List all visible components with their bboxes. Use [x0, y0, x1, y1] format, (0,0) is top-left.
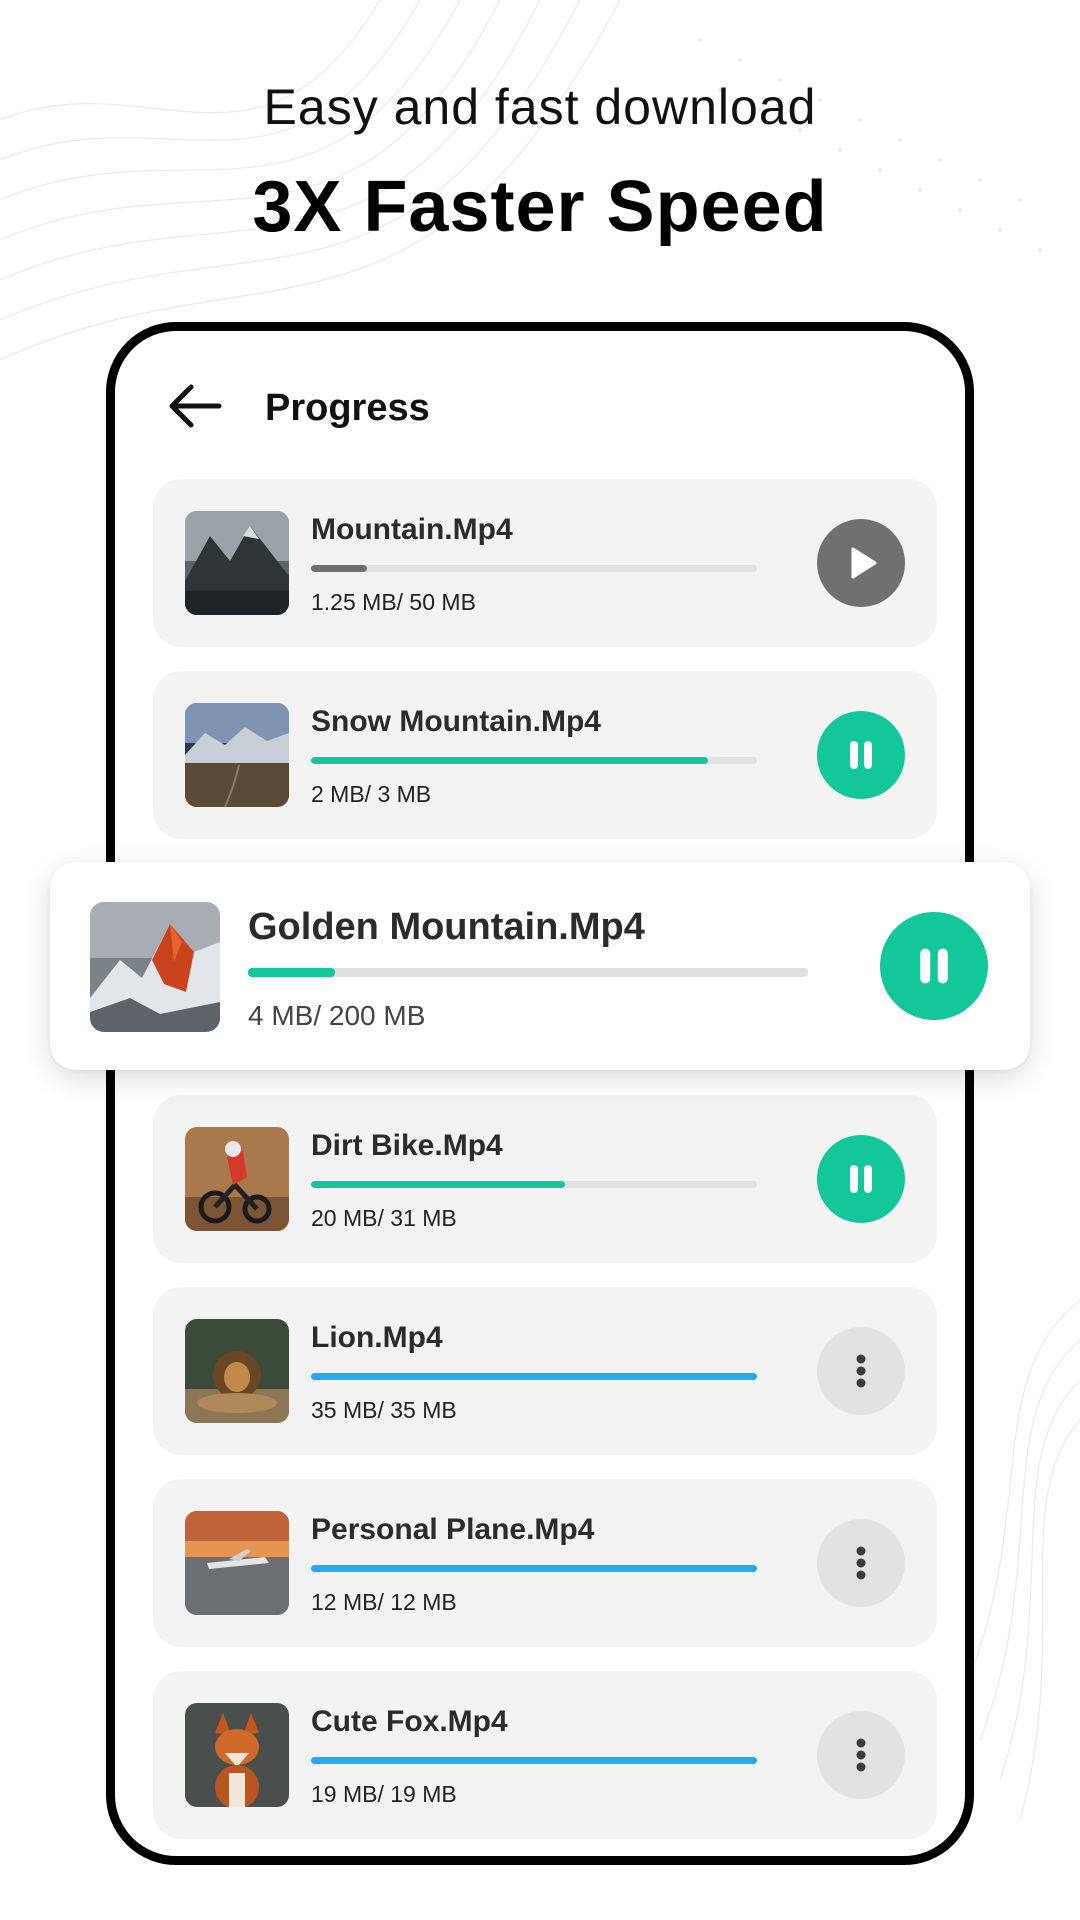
more-vertical-icon — [856, 1546, 866, 1580]
more-vertical-icon — [856, 1738, 866, 1772]
download-item[interactable]: Cute Fox.Mp4 19 MB/ 19 MB — [153, 1671, 937, 1839]
progress-fill — [311, 1757, 757, 1764]
progress-track — [311, 1565, 757, 1572]
progress-track — [311, 757, 757, 764]
file-size: 20 MB/ 31 MB — [311, 1205, 457, 1231]
file-name: Cute Fox.Mp4 — [311, 1705, 508, 1738]
pause-button[interactable] — [817, 711, 905, 799]
video-thumbnail — [90, 902, 220, 1032]
pause-icon — [920, 948, 948, 984]
pause-icon — [850, 741, 872, 769]
download-item[interactable]: Dirt Bike.Mp4 20 MB/ 31 MB — [153, 1095, 937, 1263]
video-thumbnail — [185, 1127, 289, 1231]
file-size: 2 MB/ 3 MB — [311, 781, 432, 807]
progress-track — [248, 968, 808, 977]
file-size: 19 MB/ 19 MB — [311, 1781, 457, 1807]
file-size: 12 MB/ 12 MB — [311, 1589, 457, 1615]
phone-frame: Progress Mountain.Mp4 1.25 MB/ 50 MB Sno… — [106, 322, 974, 1865]
headline-title: 3X Faster Speed — [252, 167, 828, 247]
download-item[interactable]: Snow Mountain.Mp4 2 MB/ 3 MB — [153, 671, 937, 839]
progress-track — [311, 1181, 757, 1188]
download-item[interactable]: Lion.Mp4 35 MB/ 35 MB — [153, 1287, 937, 1455]
progress-track — [311, 1373, 757, 1380]
featured-download-item[interactable]: Golden Mountain.Mp4 4 MB/ 200 MB — [50, 862, 1030, 1070]
screen-title: Progress — [265, 387, 430, 429]
progress-fill — [248, 968, 335, 977]
file-size: 35 MB/ 35 MB — [311, 1397, 457, 1423]
headline-subtitle: Easy and fast download — [263, 79, 817, 135]
file-name: Snow Mountain.Mp4 — [311, 705, 601, 738]
file-name: Mountain.Mp4 — [311, 513, 513, 546]
video-thumbnail — [185, 511, 289, 615]
progress-track — [311, 1757, 757, 1764]
more-options-button[interactable] — [817, 1327, 905, 1415]
more-vertical-icon — [856, 1354, 866, 1388]
more-options-button[interactable] — [817, 1711, 905, 1799]
video-thumbnail — [185, 1511, 289, 1615]
download-item[interactable]: Mountain.Mp4 1.25 MB/ 50 MB — [153, 479, 937, 647]
pause-button[interactable] — [817, 1135, 905, 1223]
video-thumbnail — [185, 1703, 289, 1807]
file-size: 4 MB/ 200 MB — [248, 1000, 426, 1031]
file-size: 1.25 MB/ 50 MB — [311, 589, 476, 615]
pause-button[interactable] — [880, 912, 988, 1020]
file-name: Golden Mountain.Mp4 — [248, 906, 645, 948]
pause-icon — [850, 1165, 872, 1193]
play-button[interactable] — [817, 519, 905, 607]
app-bar: Progress — [115, 331, 965, 471]
progress-track — [311, 565, 757, 572]
file-name: Dirt Bike.Mp4 — [311, 1129, 503, 1162]
progress-fill — [311, 565, 367, 572]
video-thumbnail — [185, 703, 289, 807]
arrow-left-icon[interactable] — [165, 381, 225, 431]
file-name: Lion.Mp4 — [311, 1321, 443, 1354]
progress-fill — [311, 1565, 757, 1572]
more-options-button[interactable] — [817, 1519, 905, 1607]
download-item[interactable]: Personal Plane.Mp4 12 MB/ 12 MB — [153, 1479, 937, 1647]
progress-fill — [311, 1181, 566, 1188]
file-name: Personal Plane.Mp4 — [311, 1513, 595, 1546]
progress-fill — [311, 757, 708, 764]
video-thumbnail — [185, 1319, 289, 1423]
play-icon — [851, 547, 877, 579]
progress-fill — [311, 1373, 757, 1380]
